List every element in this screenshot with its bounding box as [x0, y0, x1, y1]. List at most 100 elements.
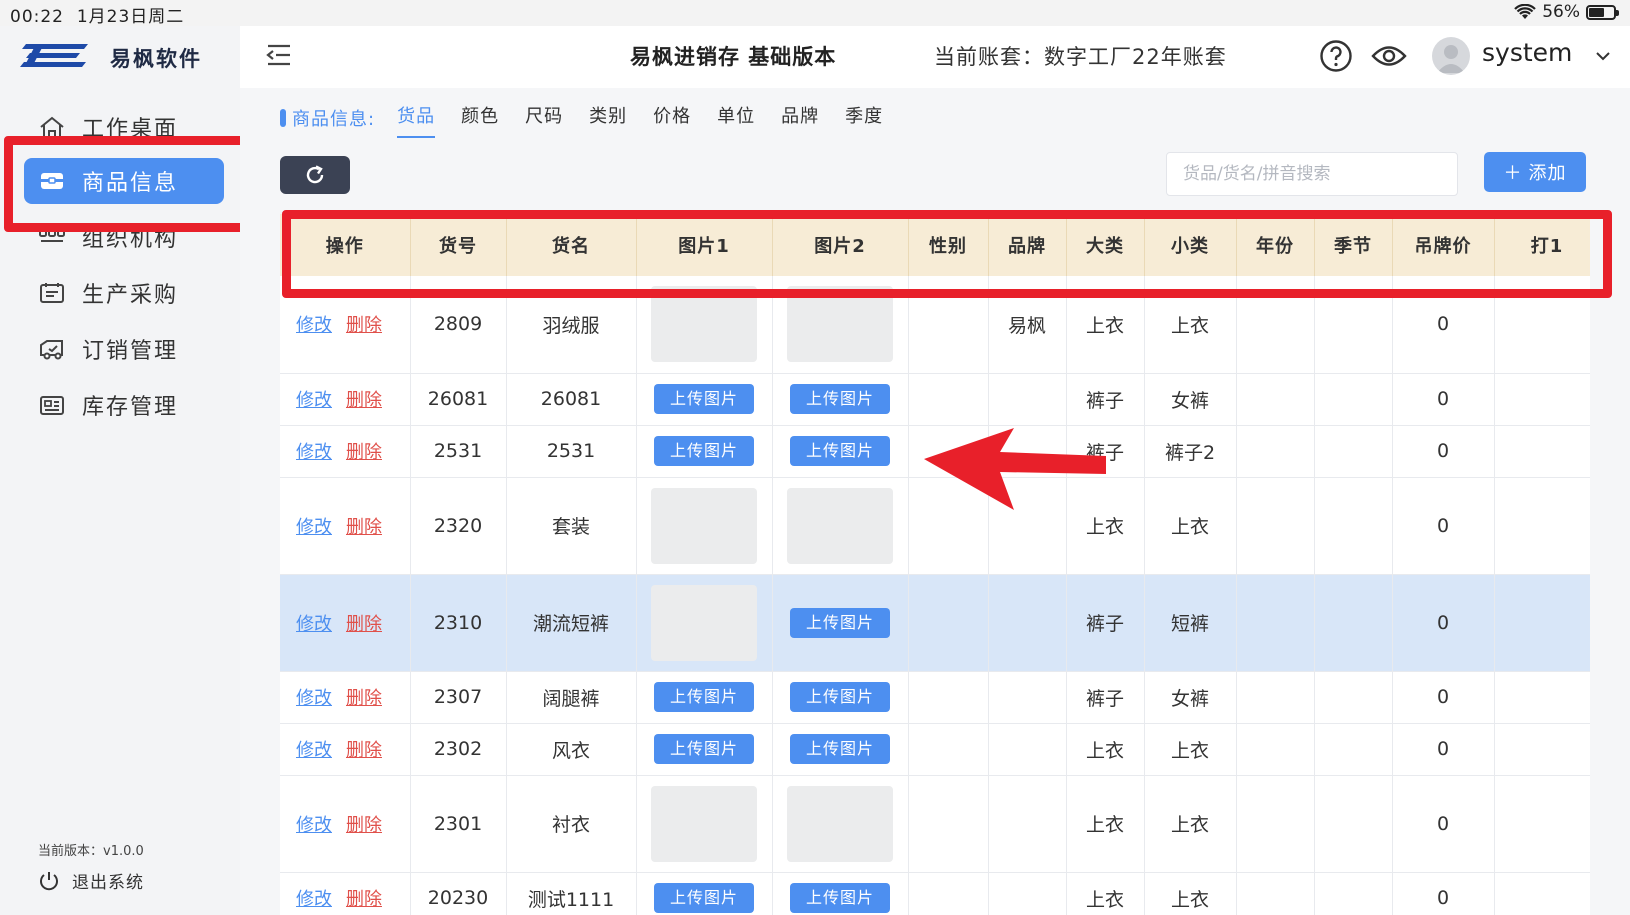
purchase-icon: [38, 281, 66, 305]
edit-link[interactable]: 修改: [296, 889, 332, 910]
version-text: 当前版本：v1.0.0: [38, 844, 144, 859]
upload-image-button[interactable]: 上传图片: [790, 883, 890, 913]
row-actions: 修改 删除: [280, 574, 411, 672]
cell-brand: [988, 373, 1067, 426]
cell-season: [1314, 574, 1393, 672]
goods-table: 操作 货号 货名 图片1 图片2 性别 品牌 大类 小类 年份 季节 吊牌价 打1 修改 删除 2809 羽绒…: [280, 214, 1590, 915]
cell-discount: [1494, 373, 1590, 426]
tab-price[interactable]: 价格: [653, 102, 691, 134]
delete-link[interactable]: 删除: [346, 315, 382, 336]
cell-discount: [1494, 477, 1590, 575]
cell-brand: [988, 872, 1067, 915]
cell-subcategory: 上衣: [1144, 723, 1237, 776]
edit-link[interactable]: 修改: [296, 517, 332, 538]
delete-link[interactable]: 删除: [346, 442, 382, 463]
edit-link[interactable]: 修改: [296, 740, 332, 761]
cell-category: 上衣: [1066, 723, 1145, 776]
chevron-down-icon[interactable]: [1595, 48, 1611, 62]
cell-gender: [908, 775, 989, 873]
table-row[interactable]: 修改 删除 2301 衬衣 上衣 上衣 0: [280, 775, 1590, 873]
upload-image-button[interactable]: 上传图片: [654, 734, 754, 764]
product-thumbnail[interactable]: [787, 487, 893, 564]
edit-link[interactable]: 修改: [296, 614, 332, 635]
brand[interactable]: 易枫软件: [20, 42, 202, 74]
add-button[interactable]: ＋ 添加: [1484, 152, 1586, 192]
delete-link[interactable]: 删除: [346, 614, 382, 635]
upload-image-button[interactable]: 上传图片: [790, 734, 890, 764]
cell-name: 2531: [506, 425, 637, 478]
cell-discount: [1494, 574, 1590, 672]
upload-image-button[interactable]: 上传图片: [654, 883, 754, 913]
table-row[interactable]: 修改 删除 26081 26081 上传图片 上传图片 裤子 女裤 0: [280, 373, 1590, 426]
tab-unit[interactable]: 单位: [717, 102, 755, 134]
edit-link[interactable]: 修改: [296, 315, 332, 336]
inventory-icon: [38, 393, 66, 417]
cell-image1: 上传图片: [636, 671, 773, 724]
table-row[interactable]: 修改 删除 20230 测试1111 上传图片 上传图片 上衣 上衣 0: [280, 872, 1590, 915]
sidebar-item-inventory[interactable]: 库存管理: [24, 382, 224, 428]
current-account[interactable]: 当前账套：数字工厂22年账套: [934, 41, 1227, 71]
product-thumbnail[interactable]: [651, 785, 757, 862]
cell-name: 潮流短裤: [506, 574, 637, 672]
tab-size[interactable]: 尺码: [525, 102, 563, 134]
delete-link[interactable]: 删除: [346, 815, 382, 836]
cell-image2: 上传图片: [772, 373, 909, 426]
sidebar-item-purchase[interactable]: 生产采购: [24, 270, 224, 316]
upload-image-button[interactable]: 上传图片: [790, 607, 890, 638]
delete-link[interactable]: 删除: [346, 688, 382, 709]
cell-season: [1314, 477, 1393, 575]
upload-image-button[interactable]: 上传图片: [654, 436, 754, 466]
avatar[interactable]: [1432, 37, 1470, 75]
refresh-button[interactable]: [280, 156, 350, 194]
cell-code: 2307: [410, 671, 507, 724]
table-row[interactable]: 修改 删除 2310 潮流短裤 上传图片 裤子 短裤 0: [280, 574, 1590, 672]
cell-tag-price: 0: [1392, 477, 1495, 575]
cell-discount: [1494, 872, 1590, 915]
logo-icon: [20, 42, 90, 74]
cell-year: [1236, 723, 1315, 776]
product-thumbnail[interactable]: [787, 785, 893, 862]
upload-image-button[interactable]: 上传图片: [654, 682, 754, 712]
tab-goods[interactable]: 货品: [397, 102, 436, 138]
table-row[interactable]: 修改 删除 2302 风衣 上传图片 上传图片 上衣 上衣 0: [280, 723, 1590, 776]
upload-image-button[interactable]: 上传图片: [654, 384, 754, 414]
product-thumbnail[interactable]: [651, 487, 757, 564]
tab-season[interactable]: 季度: [845, 102, 883, 134]
upload-image-button[interactable]: 上传图片: [790, 682, 890, 712]
sidebar-item-label: 生产采购: [82, 283, 179, 308]
cell-discount: [1494, 425, 1590, 478]
upload-image-button[interactable]: 上传图片: [790, 436, 890, 466]
sales-icon: [38, 337, 66, 361]
battery-icon: [1586, 4, 1619, 20]
sidebar-item-sales[interactable]: 订销管理: [24, 326, 224, 372]
collapse-menu-icon[interactable]: [264, 42, 294, 68]
delete-link[interactable]: 删除: [346, 740, 382, 761]
upload-image-button[interactable]: 上传图片: [790, 384, 890, 414]
tab-color[interactable]: 颜色: [461, 102, 499, 134]
edit-link[interactable]: 修改: [296, 442, 332, 463]
cell-image2: 上传图片: [772, 671, 909, 724]
cell-gender: [908, 723, 989, 776]
table-row[interactable]: 修改 删除 2307 阔腿裤 上传图片 上传图片 裤子 女裤 0: [280, 671, 1590, 724]
cell-code: 2302: [410, 723, 507, 776]
delete-link[interactable]: 删除: [346, 889, 382, 910]
delete-link[interactable]: 删除: [346, 390, 382, 411]
logout-button[interactable]: 退出系统: [38, 868, 144, 893]
cell-category: 上衣: [1066, 775, 1145, 873]
help-icon[interactable]: [1319, 39, 1353, 73]
edit-link[interactable]: 修改: [296, 688, 332, 709]
tab-brand[interactable]: 品牌: [781, 102, 819, 134]
username[interactable]: system: [1482, 38, 1572, 67]
highlight-box-menu: [4, 136, 257, 232]
tab-category[interactable]: 类别: [589, 102, 627, 134]
cell-image1: [636, 574, 773, 672]
edit-link[interactable]: 修改: [296, 390, 332, 411]
eye-icon[interactable]: [1371, 41, 1407, 71]
search-input[interactable]: [1166, 152, 1458, 196]
cell-name: 测试1111: [506, 872, 637, 915]
cell-year: [1236, 477, 1315, 575]
cell-image2: 上传图片: [772, 574, 909, 672]
delete-link[interactable]: 删除: [346, 517, 382, 538]
edit-link[interactable]: 修改: [296, 815, 332, 836]
product-thumbnail[interactable]: [651, 584, 757, 661]
